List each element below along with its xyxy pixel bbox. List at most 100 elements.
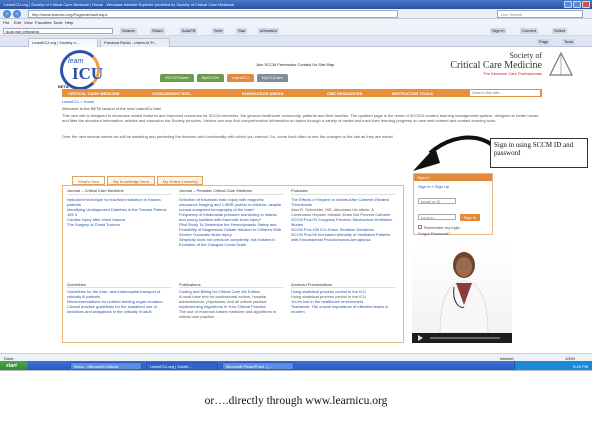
list-item[interactable]: Identifying Undiagnosed Diabetes in the …	[67, 207, 171, 217]
video-progress-track[interactable]	[430, 337, 500, 339]
google-share-button[interactable]: Share	[150, 28, 165, 34]
google-sent-button[interactable]: Sent	[212, 28, 225, 34]
signin-button[interactable]: Sign In	[460, 214, 480, 221]
address-bar-row: http://www.learnicu.org/Pages/default.as…	[0, 9, 592, 19]
google-signin-link[interactable]: Sign In	[490, 28, 507, 34]
window-titlebar: LearnICU.org | Society of Critical Care …	[0, 0, 592, 9]
breadcrumb[interactable]: LearnICU > Home	[62, 99, 94, 104]
list-item[interactable]: Simplicity does not preclude complexity,…	[179, 237, 283, 247]
tab-whats-new[interactable]: What's New	[72, 176, 106, 185]
taskbar-item-powerpoint[interactable]: Microsoft PowerPoint - [...	[222, 362, 294, 370]
list-item[interactable]: Nebulized technique for tracheal intubat…	[67, 197, 171, 207]
google-search-field[interactable]: dual use orthostria	[3, 28, 113, 34]
window-controls	[564, 1, 590, 8]
tab-row: LearnICU.org | Society o... Pandora Radi…	[0, 36, 592, 47]
tab-learnicu[interactable]: LearnICU.org | Society o...	[28, 38, 98, 47]
site-search-input[interactable]: Search this site...	[470, 90, 540, 96]
remember-checkbox[interactable]	[418, 225, 422, 229]
publications-list: Coding and Billing for Critical Care 4th…	[179, 289, 283, 319]
video-controls[interactable]	[412, 333, 512, 343]
list-item[interactable]: Frequency of intracranial pressure monit…	[179, 212, 283, 222]
sccm-logo[interactable]: Society of Critical Care Medicine The In…	[450, 51, 542, 76]
list-item[interactable]: Guidelines for the inter- and intrahospi…	[67, 289, 171, 299]
top-links[interactable]: Join SCCM Freebooks Contact Us Site Map	[256, 62, 334, 67]
close-button[interactable]	[582, 1, 590, 8]
list-item[interactable]: The Effects of Heparin in Infants After …	[291, 197, 395, 207]
list-item[interactable]: SCCM Pod-09 Congress Preview: Mechanical…	[291, 217, 395, 227]
web-page: learn ICU BETA Join SCCM Freebooks Conta…	[0, 47, 592, 353]
tab-my-online-learning[interactable]: My Online Learning	[156, 176, 204, 185]
signin-panel: Sign In Sign In » Sign Up Sign In Rememb…	[413, 173, 493, 236]
section-nav-knowledge-areas[interactable]: KNOWLEDGE AREAS	[242, 91, 283, 96]
google-autofill-button[interactable]: AutoFill	[180, 28, 198, 34]
play-icon[interactable]	[418, 335, 423, 341]
nav-learnicu[interactable]: LearnICU	[226, 74, 254, 82]
slide: LearnICU.org | Society of Critical Care …	[0, 0, 592, 447]
menu-edit[interactable]: Edit	[14, 20, 21, 25]
menu-tools[interactable]: Tools	[53, 20, 62, 25]
section-nav-cme[interactable]: CME RESOURCES	[327, 91, 362, 96]
taskbar-item-learnicu[interactable]: LearnICU.org | Societ...	[146, 362, 218, 370]
sccm-emblem-icon	[549, 51, 573, 76]
list-item[interactable]: Selection of traumatic brain injury with…	[179, 197, 283, 212]
select-button[interactable]: Select	[552, 28, 568, 34]
forward-icon[interactable]	[13, 10, 21, 18]
list-item: A must have text for professional coders…	[179, 294, 267, 304]
page-menu[interactable]: Page	[537, 39, 551, 45]
google-search-button[interactable]: Search	[120, 28, 137, 34]
tab-my-knowledge-area[interactable]: My Knowledge Area	[107, 176, 155, 185]
taskbar-item-outlook[interactable]: Inbox - Microsoft Outlook	[70, 362, 142, 370]
tools-menu[interactable]: Tools	[562, 39, 576, 45]
column-heading-ccm: Journal – Critical Care Medicine	[67, 188, 171, 195]
email-field[interactable]	[418, 198, 456, 204]
menu-favorites[interactable]: Favorites	[35, 20, 51, 25]
menu-view[interactable]: View	[24, 20, 33, 25]
section-nav-concurrent[interactable]: CONCURRENT RES...	[152, 91, 193, 96]
menu-help[interactable]: Help	[65, 20, 73, 25]
google-highlight-button[interactable]: orthostria	[258, 28, 279, 34]
tab-pandora[interactable]: Pandora Radio - Listen to Fr...	[100, 38, 170, 47]
column-heading-pccm: Journal – Pediatric Critical Care Medici…	[179, 188, 283, 195]
presentations-list: Using statistical process control in the…	[291, 289, 395, 314]
status-bar: Done Internet 100%	[0, 353, 592, 361]
nav-mysccm[interactable]: MySCCM	[196, 74, 224, 82]
signin-links[interactable]: Sign In » Sign Up	[418, 184, 449, 189]
section-nav-instructor[interactable]: INSTRUCTOR TOOLS	[392, 91, 433, 96]
google-toolbar: dual use orthostria Search Share AutoFil…	[0, 26, 592, 36]
learnicu-logo[interactable]: learn ICU	[60, 50, 120, 90]
remember-label: Remember my login	[424, 225, 460, 230]
live-search-input[interactable]: Live Search	[497, 10, 583, 18]
section-nav-critical-care[interactable]: CRITICAL CARE MEDICINE	[68, 91, 120, 96]
list-item[interactable]: SCCM Pod-99 Increased Mortality of Venti…	[291, 232, 395, 242]
back-icon[interactable]	[3, 10, 11, 18]
system-tray: 5:25 PM	[514, 361, 592, 370]
start-button[interactable]: start	[0, 361, 28, 370]
nav-myicucare[interactable]: MyICUCare	[256, 74, 288, 82]
list-item[interactable]: Clinical practice guidelines for the sus…	[67, 304, 171, 314]
menu-file[interactable]: File	[3, 20, 9, 25]
url-field[interactable]: http://www.learnicu.org/Pages/default.as…	[28, 10, 398, 18]
doctor-image	[439, 252, 489, 334]
nav-sccm-home[interactable]: SCCM Home	[160, 74, 194, 82]
sccm-logo-line1: Society of	[509, 51, 542, 60]
forgot-password-link[interactable]: Forgot Password?	[418, 231, 450, 236]
maximize-button[interactable]	[573, 1, 581, 8]
section-heading-guidelines: Guidelines	[67, 282, 171, 288]
section-heading-publications: Publications	[179, 282, 283, 288]
menu-bar: File Edit View Favorites Tools Help	[0, 19, 592, 26]
pccm-article-list: Selection of traumatic brain injury with…	[179, 197, 283, 247]
password-field[interactable]	[418, 214, 456, 220]
sccm-tagline: The Intensive Care Professionals	[483, 71, 542, 76]
list-item[interactable]: Teamwork: The crucial importance of effe…	[291, 304, 395, 314]
list-item: The use of evidence-based medicine and a…	[179, 309, 276, 319]
list-item[interactable]: Pilot Study To Determine the Hemodynamic…	[179, 222, 283, 237]
convert-button[interactable]: Convert	[520, 28, 539, 34]
section-heading-presentations: Archived Presentations	[291, 282, 395, 288]
minimize-button[interactable]	[564, 1, 572, 8]
google-star-button[interactable]: Star	[236, 28, 248, 34]
window-title: LearnICU.org | Society of Critical Care …	[4, 2, 235, 7]
browser-screenshot: LearnICU.org | Society of Critical Care …	[0, 0, 592, 371]
content-tabs: What's New My Knowledge Area My Online L…	[72, 176, 204, 185]
list-item[interactable]: The Surgery of Chest Trauma	[67, 222, 171, 227]
video-player[interactable]	[412, 243, 512, 343]
